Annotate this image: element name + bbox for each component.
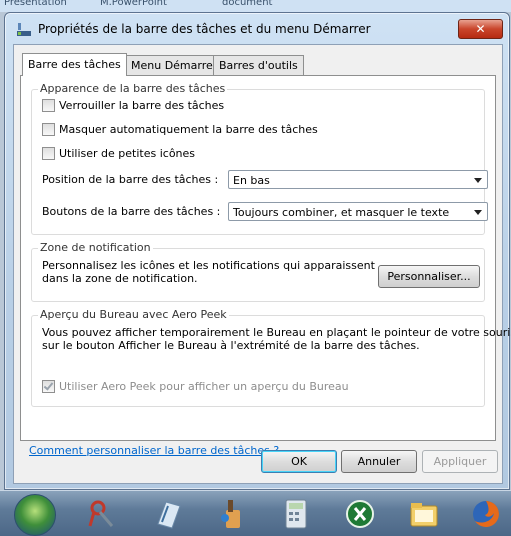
notepad-icon[interactable] [152,498,184,530]
taskbar-properties-icon [17,23,31,36]
ok-button[interactable]: OK [261,450,337,473]
windows-taskbar [0,490,511,536]
group-notification: Zone de notification Personnalisez les i… [31,241,485,302]
position-select-value: En bas [233,174,270,187]
firefox-icon[interactable] [470,498,502,530]
calculator-icon[interactable] [280,498,312,530]
paint-brush-icon[interactable] [216,498,248,530]
position-label: Position de la barre des tâches : [42,173,219,186]
checkbox-aero-peek[interactable] [42,380,55,393]
background-text-2: M.PowerPoint [100,0,167,8]
aero-peek-text-line-1: Vous pouvez afficher temporairement le B… [42,326,511,339]
checkbox-row-autohide[interactable]: Masquer automatiquement la barre des tâc… [42,123,318,136]
background-window-strip: Présentation M.PowerPoint document [0,0,511,12]
tab-barre-des-taches[interactable]: Barre des tâches [22,53,127,76]
taskbar-properties-dialog: Propriétés de la barre des tâches et du … [4,12,511,490]
title-bar[interactable]: Propriétés de la barre des tâches et du … [5,13,509,45]
dialog-title: Propriétés de la barre des tâches et du … [38,22,371,36]
checkbox-row-aero-peek[interactable]: Utiliser Aero Peek pour afficher un aper… [42,380,349,393]
group-appearance-title: Apparence de la barre des tâches [38,82,228,95]
checkbox-lock-label: Verrouiller la barre des tâches [59,99,225,112]
group-aero-peek: Aperçu du Bureau avec Aero Peek Vous pou… [31,308,511,407]
checkbox-row-lock[interactable]: Verrouiller la barre des tâches [42,99,224,112]
buttons-select[interactable]: Toujours combiner, et masquer le texte [228,202,488,221]
dialog-client-area: Barre des tâches Menu Démarrer Barres d'… [13,44,511,484]
help-link[interactable]: Comment personnaliser la barre des tâche… [29,444,279,457]
notification-text-line-2: dans la zone de notification. [42,272,198,285]
checkbox-small-icons[interactable] [42,147,55,160]
notification-description: Personnalisez les icônes et les notifica… [42,259,375,285]
chevron-down-icon [474,178,482,183]
close-button[interactable]: ✕ [458,19,503,39]
paint-icon[interactable] [86,498,118,530]
buttons-label: Boutons de la barre des tâches : [42,205,221,218]
buttons-select-value: Toujours combiner, et masquer le texte [233,206,450,219]
checkbox-autohide-label: Masquer automatiquement la barre des tâc… [59,123,318,136]
notification-text-line-1: Personnalisez les icônes et les notifica… [42,259,375,272]
background-text-3: document [222,0,273,8]
aero-peek-text-line-2: sur le bouton Afficher le Bureau à l'ext… [42,339,420,352]
aero-peek-description: Vous pouvez afficher temporairement le B… [42,326,511,352]
excel-icon[interactable] [344,498,376,530]
checkbox-autohide-taskbar[interactable] [42,123,55,136]
explorer-folder-icon[interactable] [408,498,440,530]
tab-panel: Apparence de la barre des tâches Verroui… [20,75,511,457]
customize-button[interactable]: Personnaliser... [378,265,480,288]
group-aero-peek-title: Aperçu du Bureau avec Aero Peek [38,308,229,321]
checkbox-small-icons-label: Utiliser de petites icônes [59,147,196,160]
tab-menu-demarrer[interactable]: Menu Démarrer [125,55,224,75]
checkbox-lock-taskbar[interactable] [42,99,55,112]
group-appearance: Apparence de la barre des tâches Verroui… [31,82,488,235]
start-orb-icon[interactable] [14,494,56,536]
checkbox-row-small-icons[interactable]: Utiliser de petites icônes [42,147,195,160]
cancel-button[interactable]: Annuler [341,450,417,473]
background-text-1: Présentation [4,0,67,8]
apply-button[interactable]: Appliquer [422,450,498,473]
tab-barres-d-outils[interactable]: Barres d'outils [213,55,304,75]
checkbox-aero-peek-label: Utiliser Aero Peek pour afficher un aper… [59,380,349,393]
position-select[interactable]: En bas [228,170,488,189]
chevron-down-icon [474,210,482,215]
group-notification-title: Zone de notification [38,241,153,254]
close-icon: ✕ [475,22,486,36]
